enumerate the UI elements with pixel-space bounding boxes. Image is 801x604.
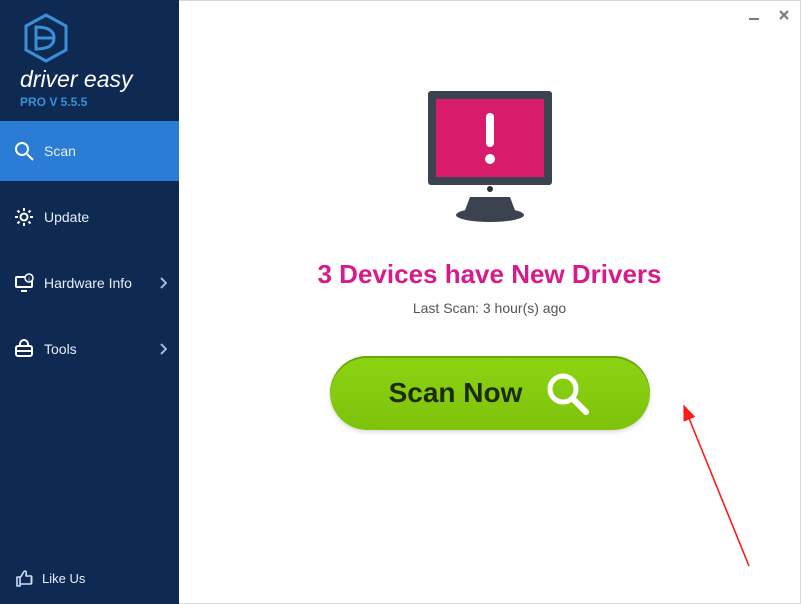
toolbox-icon [14,339,34,359]
logo-area: driver easy PRO V 5.5.5 [0,0,179,119]
nav-update-label: Update [44,209,89,225]
sidebar: driver easy PRO V 5.5.5 Scan Update i [0,0,179,604]
main-panel: 3 Devices have New Drivers Last Scan: 3 … [179,0,801,604]
scan-now-button[interactable]: Scan Now [330,356,650,430]
brand-version: PRO V 5.5.5 [20,95,179,109]
close-button[interactable] [772,3,796,27]
window-controls [742,3,796,27]
like-us-label: Like Us [42,571,85,586]
status-headline: 3 Devices have New Drivers [318,259,662,290]
sidebar-footer: Like Us [0,558,179,604]
nav-update[interactable]: Update [0,187,179,247]
svg-text:i: i [28,277,29,283]
nav-tools[interactable]: Tools [0,319,179,379]
nav-scan[interactable]: Scan [0,121,179,181]
like-us-button[interactable]: Like Us [14,568,85,588]
gear-icon [14,207,34,227]
nav: Scan Update i Hardware Info [0,121,179,558]
magnifier-icon [14,141,34,161]
nav-scan-label: Scan [44,143,76,159]
brand-name: driver easy [20,66,179,93]
magnifier-large-icon [544,370,590,416]
scan-now-label: Scan Now [389,377,523,409]
nav-hardware-info[interactable]: i Hardware Info [0,253,179,313]
monitor-info-icon: i [14,273,34,293]
minimize-button[interactable] [742,3,766,27]
last-scan-label: Last Scan: 3 hour(s) ago [413,300,566,316]
logo-icon [20,12,179,64]
app-window: driver easy PRO V 5.5.5 Scan Update i [0,0,801,604]
chevron-right-icon [159,277,167,289]
nav-hardware-label: Hardware Info [44,275,132,291]
monitor-alert-illustration [410,79,570,239]
nav-tools-label: Tools [44,341,77,357]
chevron-right-icon [159,343,167,355]
thumbs-up-icon [14,568,34,588]
